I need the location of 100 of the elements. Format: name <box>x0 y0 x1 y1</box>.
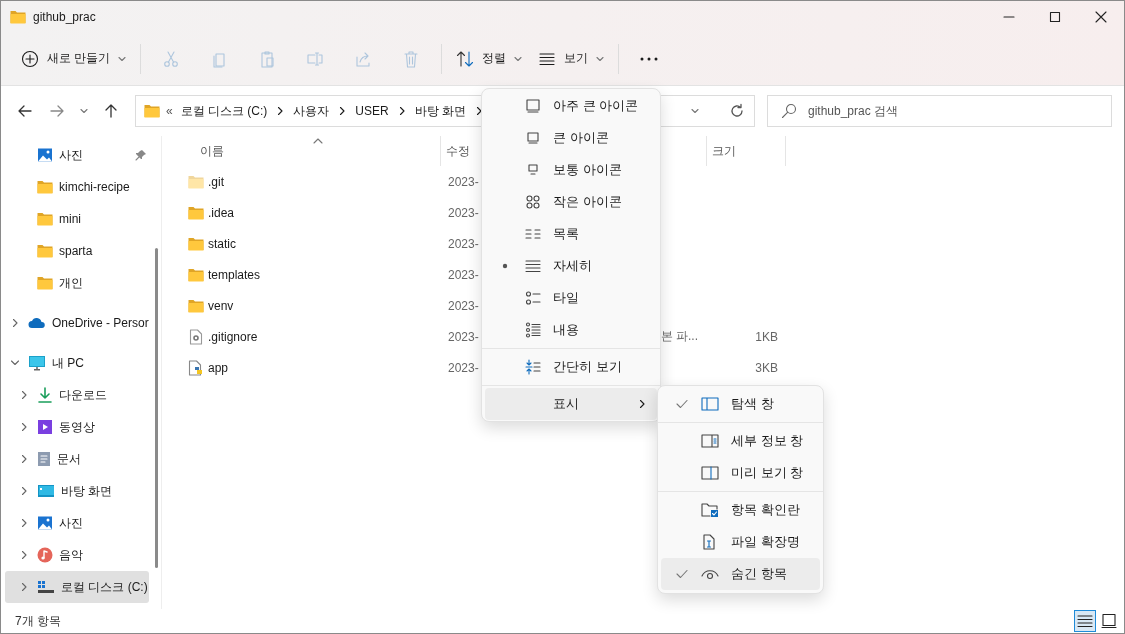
sidebar-item[interactable]: sparta <box>5 235 149 267</box>
picture-icon <box>37 515 53 531</box>
video-icon <box>37 419 53 435</box>
breadcrumb[interactable]: 로컬 디스크 (C:) <box>180 102 268 120</box>
sidebar-item[interactable]: 내 PC <box>5 347 149 379</box>
forward-arrow-icon <box>49 103 65 119</box>
download-icon <box>37 387 53 403</box>
grid-icon <box>525 194 541 210</box>
file-icon <box>701 534 717 550</box>
folder-icon <box>37 276 53 290</box>
close-icon <box>1095 10 1107 23</box>
menu-item[interactable]: 타일 <box>485 282 657 314</box>
sidebar-item[interactable]: OneDrive - Persor <box>5 307 149 339</box>
sidebar-item[interactable]: 바탕 화면 <box>5 475 149 507</box>
breadcrumb[interactable]: USER <box>355 104 389 118</box>
column-header[interactable]: 이름 <box>166 136 441 166</box>
file-name[interactable]: .git <box>208 174 224 189</box>
details-view-button[interactable] <box>1074 610 1096 632</box>
eye-icon <box>701 567 719 581</box>
file-name[interactable]: .idea <box>208 205 235 220</box>
sidebar-item[interactable]: 개인 <box>5 267 149 299</box>
date-cell: 2023- <box>448 360 479 375</box>
sidebar-item[interactable]: 동영상 <box>5 411 149 443</box>
menu-item[interactable]: 항목 확인란 <box>661 494 820 526</box>
caret-icon <box>118 55 127 62</box>
breadcrumb[interactable]: 바탕 화면 <box>414 102 467 120</box>
tiles-icon <box>525 290 541 306</box>
item-count: 7개 항목 <box>15 612 61 630</box>
menu-item[interactable]: 보통 아이콘 <box>485 154 657 186</box>
lines-icon <box>525 258 541 274</box>
list-icon <box>525 226 541 242</box>
menu-item[interactable]: 목록 <box>485 218 657 250</box>
sidebar-item[interactable]: 다운로드 <box>5 379 149 411</box>
date-cell: 2023- <box>448 298 479 313</box>
cloud-icon <box>28 317 46 329</box>
sidebar-item[interactable]: mini <box>5 203 149 235</box>
size-cell: 3KB <box>755 360 778 375</box>
folder-icon <box>144 104 160 118</box>
column-header[interactable]: 크기 <box>706 136 786 166</box>
menu-item[interactable]: 내용 <box>485 314 657 346</box>
caret-icon <box>691 108 699 114</box>
file-name[interactable]: static <box>208 236 236 251</box>
chevron-right-icon <box>637 399 647 409</box>
sidebar-item[interactable]: 문서 <box>5 443 149 475</box>
file-name[interactable]: .gitignore <box>208 329 258 344</box>
details-pane-icon <box>701 433 719 449</box>
menu-item[interactable]: 미리 보기 창 <box>661 457 820 489</box>
folder-icon <box>37 180 53 194</box>
sort-button[interactable]: 정렬 <box>448 40 531 77</box>
file-name[interactable]: templates <box>208 267 261 282</box>
monitor-icon <box>28 355 46 371</box>
caret-icon <box>596 55 605 62</box>
new-button[interactable]: 새로 만들기 <box>15 40 135 77</box>
drive-icon <box>37 580 55 594</box>
checkbox-folder-icon <box>701 502 719 518</box>
file-name[interactable]: app <box>208 360 229 375</box>
scrollbar[interactable] <box>155 248 158 568</box>
document-icon <box>37 451 51 467</box>
sort-caret-icon <box>313 138 323 144</box>
maximize-icon <box>1049 10 1061 23</box>
sidebar-item[interactable]: 로컬 디스크 (C:) <box>5 571 149 603</box>
menu-item[interactable]: 간단히 보기 <box>485 351 657 383</box>
search-icon <box>781 103 797 119</box>
caret-icon <box>514 55 523 62</box>
sidebar-item[interactable]: 사진 <box>5 507 149 539</box>
date-cell: 2023- <box>448 267 479 282</box>
date-cell: 2023- <box>448 174 479 189</box>
size-cell: 1KB <box>755 329 778 344</box>
window-title: github_prac <box>33 9 96 24</box>
menu-item[interactable]: 표시 <box>485 388 657 420</box>
menu-item[interactable]: 자세히 <box>485 250 657 282</box>
compact-icon <box>525 359 541 375</box>
view-button[interactable]: 보기 <box>530 40 613 77</box>
sidebar-item[interactable]: kimchi-recipe <box>5 171 149 203</box>
caret-icon <box>80 108 88 114</box>
picture-icon <box>37 147 53 163</box>
type-cell: 본 파... <box>660 329 698 343</box>
menu-item[interactable]: 작은 아이콘 <box>485 186 657 218</box>
preview-pane-icon <box>701 465 719 481</box>
overflow-link[interactable]: « <box>166 104 173 118</box>
folder-icon <box>10 9 26 24</box>
desktop-icon <box>37 484 55 498</box>
back-arrow-icon <box>17 103 33 119</box>
folder-icon <box>37 212 53 226</box>
pane-icon <box>701 396 719 412</box>
date-cell: 2023- <box>448 236 479 251</box>
menu-item[interactable]: 탐색 창 <box>661 388 820 420</box>
sidebar-item[interactable]: 음악 <box>5 539 149 571</box>
menu-item[interactable]: 숨긴 항목 <box>661 558 820 590</box>
sidebar-item[interactable]: 사진 <box>5 139 149 171</box>
date-cell: 2023- <box>448 329 479 344</box>
file-name[interactable]: venv <box>208 298 234 313</box>
content-icon <box>525 322 541 338</box>
date-cell: 2023- <box>448 205 479 220</box>
search-field[interactable]: github_prac 검색 <box>767 95 1112 127</box>
menu-item[interactable]: 파일 확장명 <box>661 526 820 558</box>
breadcrumb[interactable]: 사용자 <box>293 102 330 120</box>
music-icon <box>37 547 53 563</box>
menu-item[interactable]: 세부 정보 창 <box>661 425 820 457</box>
folder-icon <box>37 244 53 258</box>
